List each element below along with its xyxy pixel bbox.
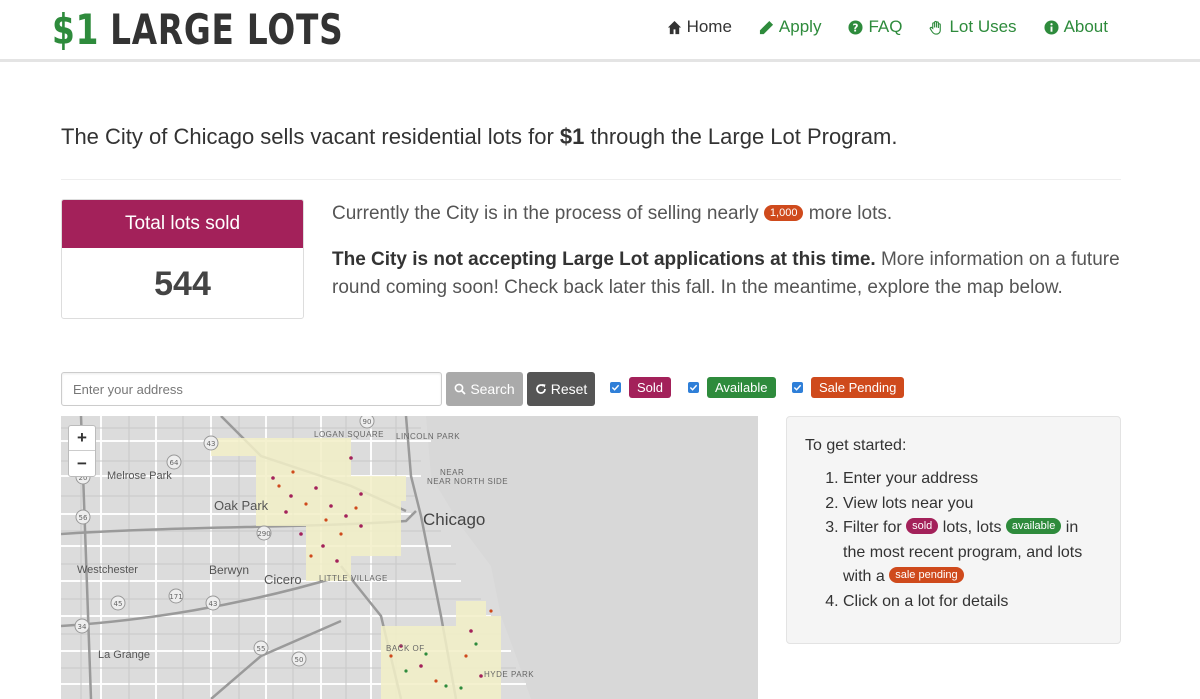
map-label-berwyn: Berwyn	[209, 563, 250, 577]
sale-pending-checkbox[interactable]	[792, 382, 803, 393]
sale-pending-label[interactable]: Sale Pending	[811, 377, 905, 398]
filter-available: Available	[688, 377, 776, 398]
map-label-chicago: Chicago	[423, 510, 486, 529]
nav-faq[interactable]: ? FAQ	[848, 17, 902, 37]
filter-sold: Sold	[610, 377, 672, 398]
map-shield-6: 45	[114, 600, 123, 608]
map-shield-0: 43	[207, 440, 216, 448]
intro-price: $1	[559, 124, 585, 149]
logo-dollar: $1	[52, 4, 100, 54]
svg-text:?: ?	[853, 22, 859, 34]
map-shield-10: 43	[209, 600, 218, 608]
sale-pending-badge: sale pending	[889, 567, 964, 583]
refresh-icon	[535, 384, 546, 394]
map-label-hyde-park: HYDE PARK	[484, 670, 535, 679]
sold-label[interactable]: Sold	[629, 377, 672, 398]
map-base: 43 64 20 56 290 171 45 34 55 50 43 90	[61, 416, 758, 699]
map-label-cicero: Cicero	[264, 572, 302, 587]
step-2: View lots near you	[843, 492, 1102, 517]
zoom-control: + −	[68, 425, 96, 477]
total-lots-sold-card: Total lots sold 544	[61, 199, 304, 319]
check-icon	[689, 384, 698, 391]
status-line-1-before: Currently the City is in the process of …	[332, 203, 764, 224]
nav-home-label: Home	[686, 17, 732, 36]
available-checkbox[interactable]	[688, 382, 699, 393]
program-status: Currently the City is in the process of …	[332, 200, 1122, 320]
search-icon	[454, 383, 466, 395]
map-label-near-north-side: NEAR NORTH SIDE	[427, 477, 509, 486]
map-label-logan-square: LOGAN SQUARE	[314, 430, 385, 439]
map-label-back-of: BACK OF	[386, 644, 425, 653]
stat-value: 544	[154, 264, 211, 303]
status-line-2: The City is not accepting Large Lot appl…	[332, 246, 1122, 302]
nav-about-label: About	[1063, 17, 1108, 36]
lots-count-badge: 1,000	[763, 205, 804, 221]
pencil-icon	[759, 20, 773, 34]
check-icon	[793, 384, 802, 391]
info-circle-icon	[1044, 19, 1059, 35]
map-shield-5: 171	[169, 593, 182, 601]
map-label-westchester: Westchester	[77, 564, 138, 576]
map-shield-1: 64	[170, 459, 179, 467]
getting-started-steps: Enter your address View lots near you Fi…	[805, 467, 1102, 614]
zoom-in-button[interactable]: +	[69, 426, 95, 451]
map-label-oak-park: Oak Park	[214, 498, 269, 513]
map-shield-3: 56	[79, 514, 88, 522]
step-3-b: lots, lots	[938, 519, 1006, 536]
nav-faq-label: FAQ	[868, 17, 903, 36]
divider	[61, 179, 1121, 180]
filter-sale-pending: Sale Pending	[792, 377, 905, 398]
home-icon	[667, 20, 681, 34]
map-label-la-grange: La Grange	[98, 649, 150, 661]
sold-badge: sold	[906, 518, 939, 534]
reset-button-label: Reset	[550, 381, 588, 397]
map-shield-8: 55	[257, 645, 266, 653]
hand-icon	[930, 20, 942, 35]
lots-map[interactable]: 43 64 20 56 290 171 45 34 55 50 43 90 Me…	[61, 416, 758, 699]
status-line-1-after: more lots.	[803, 203, 893, 224]
navbar: $1 LARGE LOTS Home Apply ? FAQ Lot Uses …	[0, 0, 1200, 62]
available-label[interactable]: Available	[707, 377, 776, 398]
reset-button[interactable]: Reset	[527, 372, 595, 406]
nav-apply-label: Apply	[778, 17, 822, 36]
map-label-melrose-park: Melrose Park	[107, 470, 172, 482]
map-shield-11: 90	[363, 418, 372, 426]
zoom-out-button[interactable]: −	[69, 451, 95, 476]
status-notice: The City is not accepting Large Lot appl…	[332, 249, 876, 270]
logo-text: LARGE LOTS	[110, 4, 344, 54]
step-4: Click on a lot for details	[843, 590, 1102, 615]
main-nav: Home Apply ? FAQ Lot Uses About	[667, 17, 1108, 37]
getting-started-title: To get started:	[805, 437, 907, 454]
nav-apply[interactable]: Apply	[759, 17, 822, 37]
intro-after: through the Large Lot Program.	[584, 124, 898, 149]
map-label-little-village: LITTLE VILLAGE	[319, 574, 388, 583]
sold-checkbox[interactable]	[610, 382, 621, 393]
map-shield-7: 34	[78, 623, 87, 631]
step-3: Filter for sold lots, lots available in …	[843, 516, 1102, 590]
map-shield-9: 50	[295, 656, 304, 664]
available-badge: available	[1005, 518, 1062, 534]
logo[interactable]: $1 LARGE LOTS	[52, 4, 344, 54]
step-3-a: Filter for	[843, 519, 907, 536]
status-line-1: Currently the City is in the process of …	[332, 200, 1122, 228]
question-circle-icon: ?	[848, 19, 863, 35]
intro-before: The City of Chicago sells vacant residen…	[61, 124, 560, 149]
search-button[interactable]: Search	[446, 372, 523, 406]
nav-lot-uses[interactable]: Lot Uses	[929, 17, 1017, 37]
map-label-lincoln-park: LINCOLN PARK	[396, 432, 461, 441]
map-shield-4: 290	[257, 530, 270, 538]
stat-label: Total lots sold	[62, 200, 303, 248]
intro-text: The City of Chicago sells vacant residen…	[61, 124, 897, 150]
step-1: Enter your address	[843, 467, 1102, 492]
address-search-input[interactable]	[61, 372, 442, 406]
nav-lot-uses-label: Lot Uses	[949, 17, 1017, 36]
map-label-near: NEAR	[440, 468, 465, 477]
getting-started-panel: To get started: Enter your address View …	[786, 416, 1121, 644]
nav-about[interactable]: About	[1044, 17, 1108, 37]
nav-home[interactable]: Home	[667, 17, 732, 37]
check-icon	[611, 384, 620, 391]
search-button-label: Search	[470, 381, 515, 397]
